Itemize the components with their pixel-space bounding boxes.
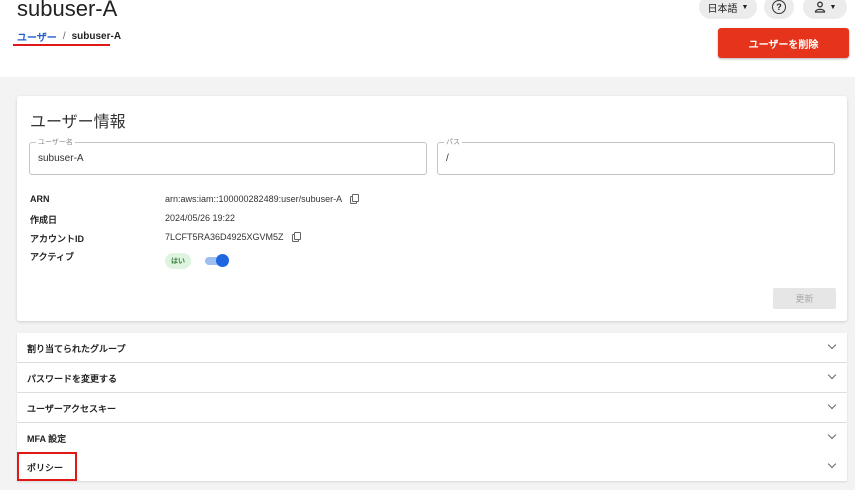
username-field[interactable]: ユーザー名 subuser-A [29,137,427,175]
breadcrumb-separator: / [62,31,66,42]
accordion-groups[interactable]: 割り当てられたグループ [17,333,847,362]
toggle-knob [216,254,229,267]
username-value: subuser-A [38,153,84,164]
username-label: ユーザー名 [36,137,75,147]
copy-icon[interactable] [291,232,301,242]
created-value: 2024/05/26 19:22 [165,213,236,223]
account-id-label: アカウントID [30,234,85,244]
breadcrumb-users-link[interactable]: ユーザー [17,29,57,44]
update-button[interactable]: 更新 [773,288,836,309]
caret-down-icon: ▼ [741,3,749,11]
policy-highlight [17,452,77,481]
arn-label: ARN [30,194,50,204]
created-row: 2024/05/26 19:22 [165,213,235,223]
help-button[interactable]: ? [764,0,794,19]
page-header: subuser-A ユーザー / subuser-A 日本語 ▼ ? ▼ ユーザ… [0,0,855,77]
caret-down-icon: ▼ [829,3,837,11]
path-value: / [446,153,449,164]
accordion-label: 割り当てられたグループ [27,344,126,354]
page-title: subuser-A [17,0,118,21]
accordion-change-password[interactable]: パスワードを変更する [17,363,847,392]
person-icon [814,1,825,13]
accordion-label: ユーザーアクセスキー [27,404,117,414]
breadcrumb: ユーザー / subuser-A [17,29,121,44]
created-label: 作成日 [30,215,58,225]
chevron-down-icon [827,340,837,350]
user-info-card: ユーザー情報 ユーザー名 subuser-A パス / ARN arn:aws:… [17,96,847,321]
delete-user-button[interactable]: ユーザーを削除 [718,28,849,58]
accordion-label: MFA 設定 [27,434,67,444]
account-id-row: 7LCFT5RA36D4925XGVM5Z [165,232,301,242]
user-menu-button[interactable]: ▼ [803,0,847,19]
language-label: 日本語 [707,3,738,15]
arn-row: arn:aws:iam::100000282489:user/subuser-A [165,194,360,204]
accordion-label: パスワードを変更する [27,374,118,384]
chevron-down-icon [827,370,837,380]
path-label: パス [444,137,462,147]
chevron-down-icon [827,400,837,410]
chevron-down-icon [827,459,837,469]
chevron-down-icon [827,430,837,440]
breadcrumb-highlight [13,44,110,46]
help-circle-icon: ? [772,0,786,14]
language-selector[interactable]: 日本語 ▼ [699,0,757,19]
account-id-value: 7LCFT5RA36D4925XGVM5Z [165,232,284,242]
active-label: アクティブ [30,252,75,262]
card-title: ユーザー情報 [30,114,126,131]
path-field[interactable]: パス / [437,137,835,175]
breadcrumb-current: subuser-A [71,31,122,42]
accordion-access-keys[interactable]: ユーザーアクセスキー [17,393,847,422]
accordion-mfa[interactable]: MFA 設定 [17,423,847,452]
active-row: はい [165,253,229,269]
status-badge: はい [165,253,191,269]
arn-value: arn:aws:iam::100000282489:user/subuser-A [165,194,343,204]
copy-icon[interactable] [350,194,360,204]
accordion-policy[interactable]: ポリシー [17,452,847,481]
active-toggle[interactable] [205,254,229,267]
